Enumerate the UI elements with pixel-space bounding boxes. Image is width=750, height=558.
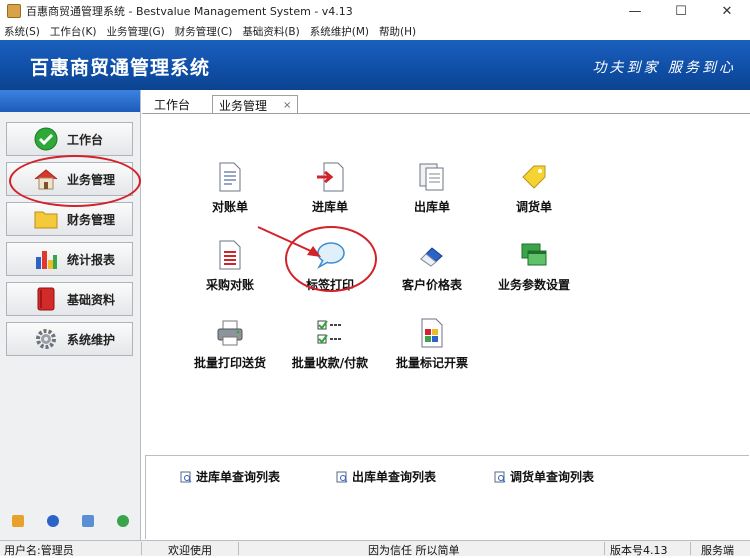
function-label: 批量标记开票 bbox=[395, 356, 468, 370]
quick-link-inbound-list[interactable]: 进库单查询列表 bbox=[180, 468, 280, 485]
sidebar-item-reports[interactable]: 统计报表 bbox=[6, 242, 133, 276]
tab-business[interactable]: 业务管理 × bbox=[212, 95, 299, 114]
sidebar-footer-toolbar bbox=[0, 510, 141, 532]
sidebar-header bbox=[0, 90, 140, 112]
status-divider bbox=[238, 542, 239, 555]
document-icon bbox=[213, 160, 247, 194]
checklist-icon bbox=[313, 316, 347, 350]
function-label: 采购对账 bbox=[205, 278, 254, 292]
function-label: 批量打印送货 bbox=[193, 356, 266, 370]
function-customer-price[interactable]: 客户价格表 bbox=[384, 238, 480, 293]
sidebar-item-workbench[interactable]: 工作台 bbox=[6, 122, 133, 156]
status-divider bbox=[604, 542, 605, 555]
function-batch-print-delivery[interactable]: 批量打印送货 bbox=[182, 316, 278, 371]
menu-maintenance[interactable]: 系统维护(M) bbox=[310, 24, 369, 39]
status-bar: 用户名:管理员 欢迎使用 因为信任 所以简单 版本号4.13 服务端 bbox=[0, 540, 750, 557]
bar-chart-icon bbox=[33, 248, 59, 270]
function-label: 客户价格表 bbox=[401, 278, 462, 292]
function-batch-payment[interactable]: 批量收款/付款 bbox=[282, 316, 378, 371]
sidebar-item-label: 系统维护 bbox=[67, 332, 116, 347]
screen-icon[interactable] bbox=[82, 515, 95, 527]
tag-icon bbox=[517, 160, 551, 194]
quick-list-panel: 进库单查询列表 出库单查询列表 调货单查询列表 bbox=[145, 455, 749, 539]
function-label: 进库单 bbox=[311, 200, 348, 214]
menu-business[interactable]: 业务管理(G) bbox=[106, 24, 164, 39]
red-list-icon bbox=[213, 238, 247, 272]
windows-icon bbox=[517, 238, 551, 272]
menu-basic-data[interactable]: 基础资料(B) bbox=[242, 24, 299, 39]
search-list-icon bbox=[494, 471, 506, 482]
menu-workbench[interactable]: 工作台(K) bbox=[50, 24, 97, 39]
refresh-icon[interactable] bbox=[117, 515, 130, 527]
check-icon bbox=[33, 127, 59, 151]
tab-close-icon[interactable]: × bbox=[283, 100, 291, 111]
slogan: 功夫到家 服务到心 bbox=[592, 60, 736, 76]
sidebar-item-label: 财务管理 bbox=[67, 212, 116, 227]
status-divider bbox=[690, 542, 691, 555]
sidebar-item-finance[interactable]: 财务管理 bbox=[6, 202, 133, 236]
function-statement[interactable]: 对账单 bbox=[182, 160, 278, 215]
quick-link-outbound-list[interactable]: 出库单查询列表 bbox=[336, 468, 436, 485]
copy-document-icon bbox=[415, 160, 449, 194]
tab-workbench[interactable]: 工作台 bbox=[148, 95, 196, 114]
app-title: 百惠商贸通管理系统 bbox=[30, 57, 211, 79]
function-label: 批量收款/付款 bbox=[291, 356, 369, 370]
minimize-button[interactable]: — bbox=[612, 0, 658, 22]
search-list-icon bbox=[180, 471, 192, 482]
tab-bar: 工作台 业务管理 × bbox=[142, 90, 750, 114]
function-inbound[interactable]: 进库单 bbox=[282, 160, 378, 215]
menu-finance[interactable]: 财务管理(C) bbox=[175, 24, 233, 39]
highlight-ring-business bbox=[9, 155, 141, 207]
clock-icon[interactable] bbox=[46, 515, 59, 527]
sidebar-item-label: 基础资料 bbox=[67, 292, 116, 307]
folder-icon bbox=[33, 208, 59, 230]
function-label: 调货单 bbox=[515, 200, 552, 214]
sidebar-item-basic-data[interactable]: 基础资料 bbox=[6, 282, 133, 316]
function-label: 对账单 bbox=[211, 200, 248, 214]
function-outbound[interactable]: 出库单 bbox=[384, 160, 480, 215]
quick-link-label: 出库单查询列表 bbox=[352, 470, 437, 484]
function-label: 出库单 bbox=[413, 200, 450, 214]
sidebar-item-maintenance[interactable]: 系统维护 bbox=[6, 322, 133, 356]
app-banner: 百惠商贸通管理系统 功夫到家 服务到心 bbox=[0, 40, 750, 90]
window-title: 百惠商贸通管理系统 - Bestvalue Management System … bbox=[26, 5, 353, 18]
printer-icon bbox=[213, 316, 247, 350]
tab-label: 业务管理 bbox=[219, 98, 268, 113]
close-button[interactable]: ✕ bbox=[704, 0, 750, 22]
function-batch-invoice[interactable]: 批量标记开票 bbox=[384, 316, 480, 371]
sidebar-item-label: 统计报表 bbox=[67, 252, 116, 267]
tab-label: 工作台 bbox=[154, 98, 191, 112]
maximize-button[interactable]: ☐ bbox=[658, 0, 704, 22]
menu-system[interactable]: 系统(S) bbox=[4, 24, 40, 39]
sidebar-item-label: 工作台 bbox=[67, 132, 104, 147]
status-divider bbox=[141, 542, 142, 555]
book-icon bbox=[33, 287, 59, 311]
menu-help[interactable]: 帮助(H) bbox=[379, 24, 416, 39]
color-grid-icon bbox=[415, 316, 449, 350]
function-label: 业务参数设置 bbox=[497, 278, 570, 292]
menu-bar: 系统(S) 工作台(K) 业务管理(G) 财务管理(C) 基础资料(B) 系统维… bbox=[0, 22, 750, 40]
function-business-settings[interactable]: 业务参数设置 bbox=[486, 238, 582, 293]
quick-link-label: 调货单查询列表 bbox=[510, 470, 595, 484]
annotation-arrow bbox=[257, 226, 321, 257]
app-icon bbox=[7, 4, 21, 18]
gear-icon bbox=[33, 328, 59, 350]
eraser-icon bbox=[415, 238, 449, 272]
search-list-icon bbox=[336, 471, 348, 482]
quick-link-transfer-list[interactable]: 调货单查询列表 bbox=[494, 468, 594, 485]
inbound-icon bbox=[313, 160, 347, 194]
key-icon[interactable] bbox=[11, 515, 24, 527]
function-grid: 对账单 进库单 出库单 调货单 采购对账 标签打印 客户价格表 业务参数设置 批… bbox=[142, 114, 750, 454]
function-transfer[interactable]: 调货单 bbox=[486, 160, 582, 215]
quick-link-label: 进库单查询列表 bbox=[196, 470, 281, 484]
